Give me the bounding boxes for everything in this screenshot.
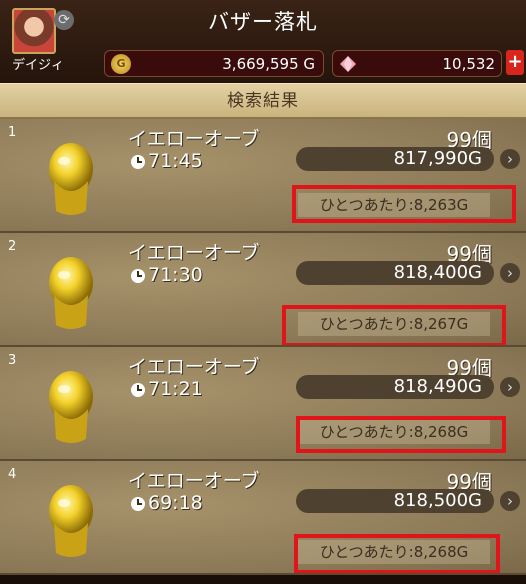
yellow-orb-icon [49, 371, 93, 443]
detail-arrow-icon[interactable]: › [500, 263, 520, 283]
clock-icon [131, 497, 145, 511]
total-price: 818,490G [296, 375, 494, 399]
player-name: デイジィ [11, 58, 64, 73]
page-title: バザー落札 [208, 10, 318, 34]
highlight-box [296, 416, 506, 453]
yellow-orb-icon [49, 257, 93, 329]
total-price: 818,400G [296, 261, 494, 285]
listing-index: 1 [8, 125, 17, 140]
listing-index: 2 [8, 239, 17, 254]
gold-coin-icon: G [111, 54, 131, 74]
highlight-box [294, 534, 500, 573]
time-remaining: 69:18 [148, 492, 203, 514]
total-price: 818,500G [296, 489, 494, 513]
gem-icon [340, 56, 356, 72]
add-gems-button[interactable]: + [506, 50, 524, 75]
highlight-box [292, 185, 516, 223]
listing-row[interactable]: 1 イエローオーブ 99個 71:45 817,990G › ひとつあたり:8,… [0, 119, 526, 233]
listing-row[interactable]: 4 イエローオーブ 99個 69:18 818,500G › ひとつあたり:8,… [0, 461, 526, 575]
results-title: 検索結果 [227, 91, 299, 111]
time-remaining: 71:30 [148, 264, 203, 286]
listing-index: 3 [8, 353, 17, 368]
detail-arrow-icon[interactable]: › [500, 491, 520, 511]
item-name: イエローオーブ [128, 470, 260, 492]
item-name: イエローオーブ [128, 242, 260, 264]
clock-icon [131, 269, 145, 283]
listing-row[interactable]: 3 イエローオーブ 99個 71:21 818,490G › ひとつあたり:8,… [0, 347, 526, 461]
detail-arrow-icon[interactable]: › [500, 149, 520, 169]
gem-balance: 10,532 [332, 50, 502, 77]
clock-icon [131, 383, 145, 397]
item-name: イエローオーブ [128, 128, 260, 150]
listing-row[interactable]: 2 イエローオーブ 99個 71:30 818,400G › ひとつあたり:8,… [0, 233, 526, 347]
detail-arrow-icon[interactable]: › [500, 377, 520, 397]
clock-icon [131, 155, 145, 169]
gold-balance: G 3,669,595 G [104, 50, 324, 77]
yellow-orb-icon [49, 485, 93, 557]
time-remaining: 71:21 [148, 378, 203, 400]
item-name: イエローオーブ [128, 356, 260, 378]
gold-amount: 3,669,595 G [222, 55, 315, 73]
yellow-orb-icon [49, 143, 93, 215]
highlight-box [282, 305, 506, 345]
time-remaining: 71:45 [148, 150, 203, 172]
gem-amount: 10,532 [442, 55, 496, 73]
top-bar: ⟳ デイジィ バザー落札 G 3,669,595 G 10,532 + [0, 0, 526, 83]
results-header: 検索結果 [0, 83, 526, 119]
listing-index: 4 [8, 467, 17, 482]
total-price: 817,990G [296, 147, 494, 171]
